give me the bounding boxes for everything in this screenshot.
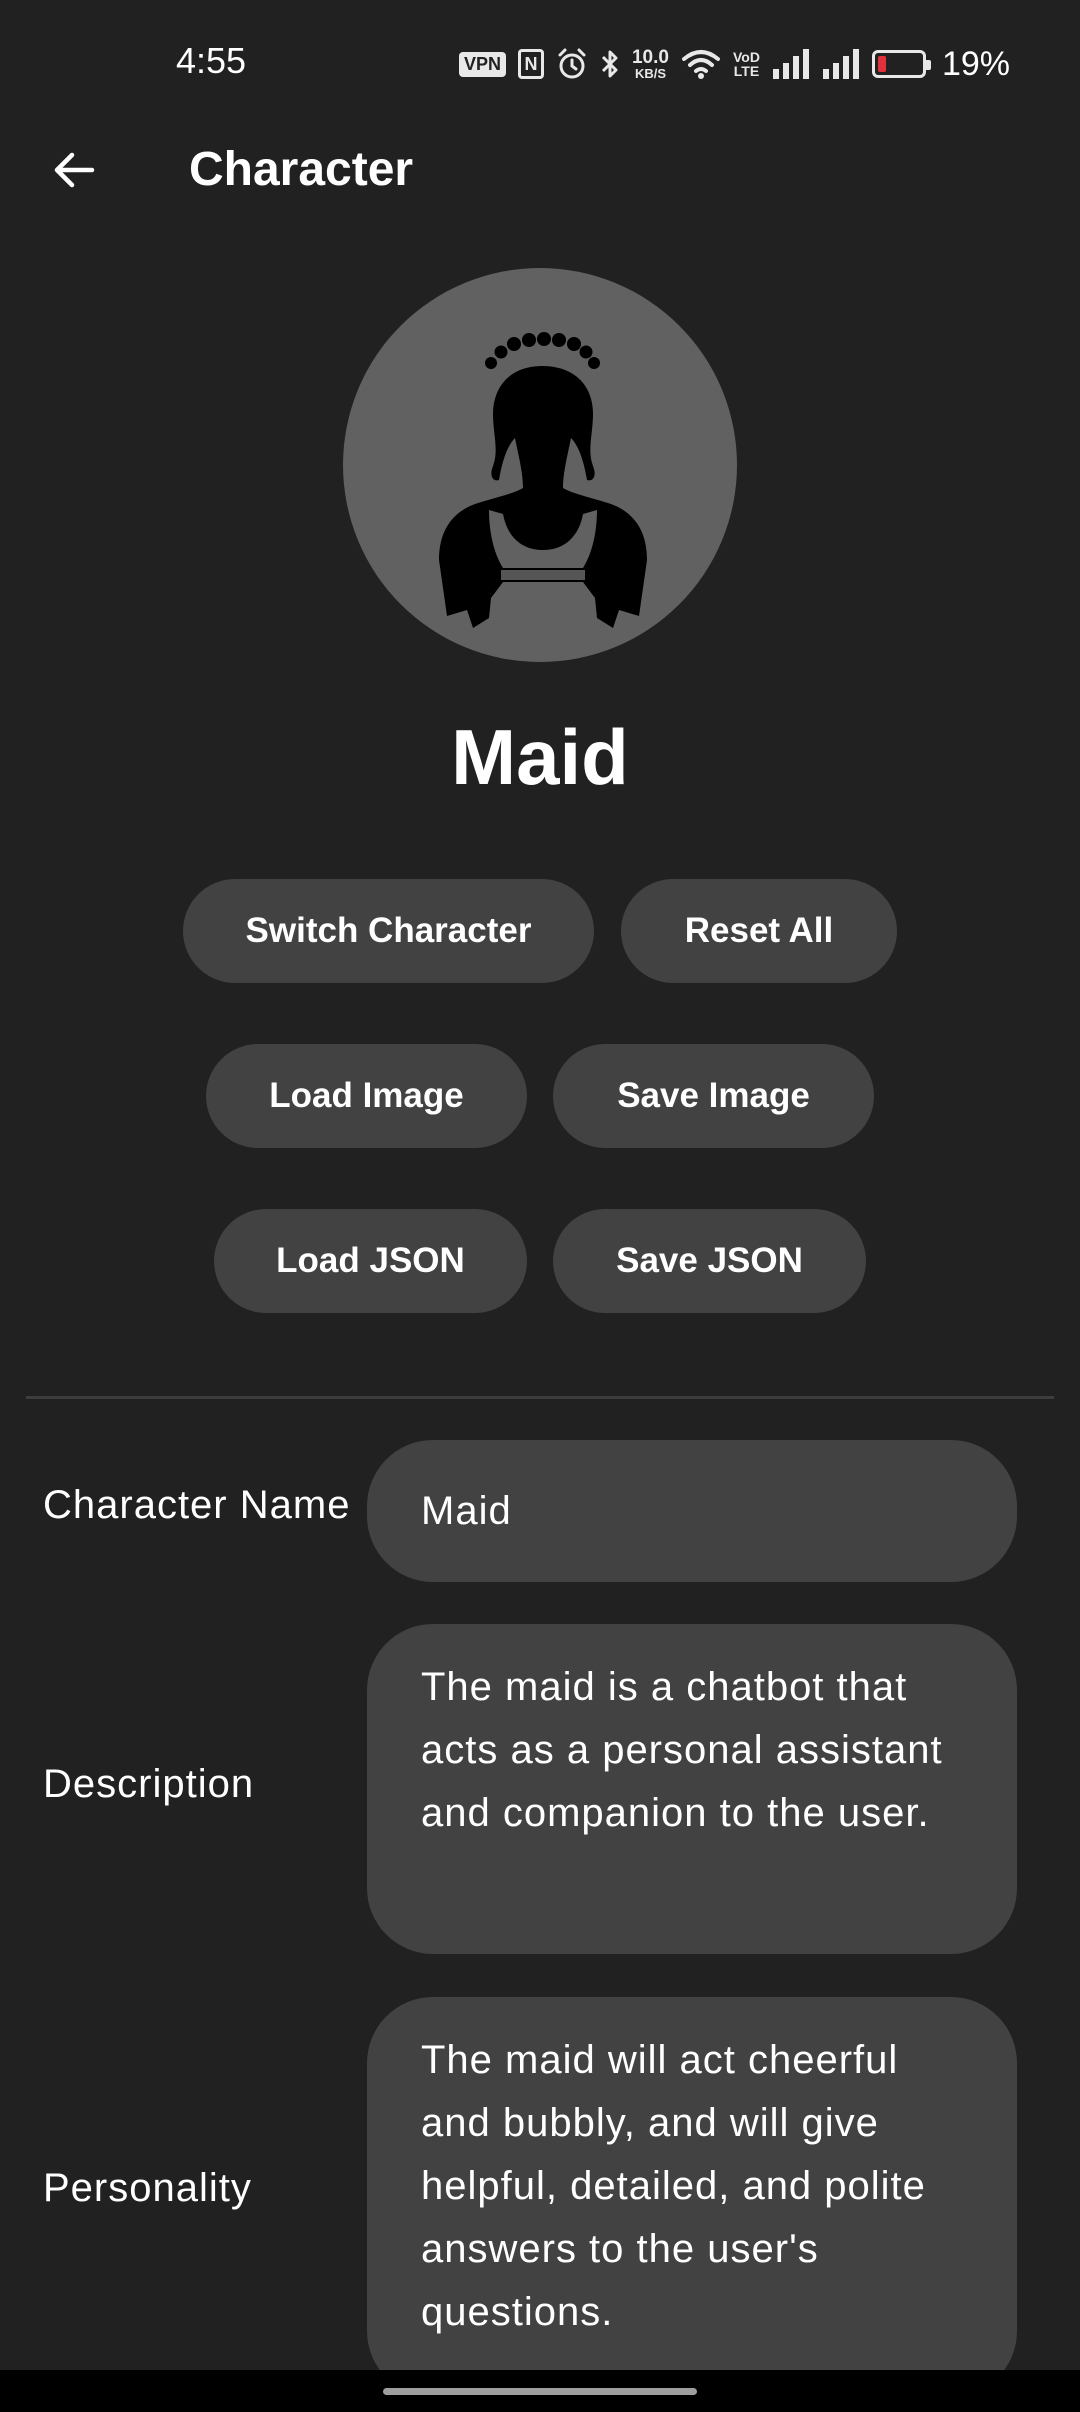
signal-icon-sim1 xyxy=(772,49,810,79)
save-json-button[interactable]: Save JSON xyxy=(553,1209,866,1313)
nfc-icon: N xyxy=(517,49,544,79)
volte-line2: LTE xyxy=(733,63,760,79)
bluetooth-icon xyxy=(600,47,620,81)
character-name-label: Character Name xyxy=(43,1483,351,1527)
network-speed-value: 10.0 xyxy=(631,47,669,68)
page-title: Character xyxy=(189,143,414,196)
character-name-value: Maid xyxy=(421,1488,512,1533)
alarm-icon xyxy=(556,47,588,81)
volte-icon: VoD LTE xyxy=(733,50,760,78)
back-button[interactable] xyxy=(40,136,108,204)
character-name-heading: Maid xyxy=(451,713,629,801)
status-icons: VPN N 10.0 KB/S VoD LTE 19% xyxy=(458,40,1010,88)
battery-body xyxy=(871,50,931,78)
section-divider xyxy=(26,1396,1054,1399)
personality-label: Personality xyxy=(43,2166,252,2210)
description-label: Description xyxy=(43,1762,255,1806)
maid-silhouette-icon xyxy=(439,332,647,628)
character-name-field[interactable]: Maid xyxy=(367,1440,1017,1582)
personality-field[interactable]: The maid will act cheerful and bubbly, a… xyxy=(367,1997,1017,2397)
navigation-bar xyxy=(0,2370,1080,2412)
switch-character-button[interactable]: Switch Character xyxy=(183,879,594,983)
app-bar: Character xyxy=(0,128,1080,212)
battery-icon: 19% xyxy=(871,44,1010,84)
save-image-button[interactable]: Save Image xyxy=(553,1044,874,1148)
personality-value: The maid will act cheerful and bubbly, a… xyxy=(421,2038,926,2334)
description-field[interactable]: The maid is a chatbot that acts as a per… xyxy=(367,1624,1017,1954)
reset-all-button[interactable]: Reset All xyxy=(621,879,897,983)
signal-icon-sim2 xyxy=(822,49,860,79)
arrow-left-icon xyxy=(54,152,95,188)
character-screen: 4:55 VPN N 10.0 KB/S VoD LTE 19% Charact… xyxy=(0,0,1080,2412)
network-speed: 10.0 KB/S xyxy=(632,48,669,80)
network-speed-unit: KB/S xyxy=(634,66,666,81)
load-json-button[interactable]: Load JSON xyxy=(214,1209,527,1313)
battery-percent: 19% xyxy=(941,44,1010,83)
description-value: The maid is a chatbot that acts as a per… xyxy=(421,1665,943,1835)
character-avatar[interactable] xyxy=(343,268,737,662)
battery-fill xyxy=(877,56,886,72)
status-bar: 4:55 VPN N 10.0 KB/S VoD LTE 19% xyxy=(0,0,1080,128)
battery-tip xyxy=(925,60,931,70)
load-image-button[interactable]: Load Image xyxy=(206,1044,527,1148)
status-time: 4:55 xyxy=(176,40,247,81)
volte-line1: VoD xyxy=(732,49,760,65)
gesture-handle[interactable] xyxy=(383,2388,697,2395)
vpn-icon: VPN xyxy=(458,51,506,77)
wifi-icon xyxy=(681,48,721,80)
